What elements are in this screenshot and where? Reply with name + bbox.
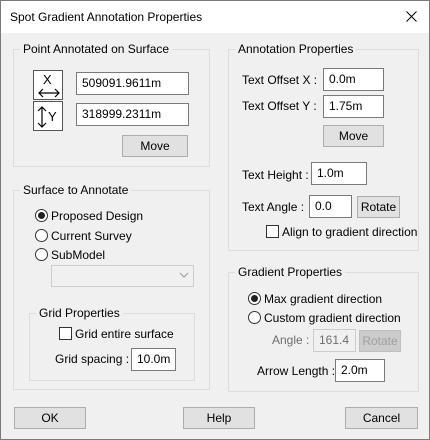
y-coordinate-field[interactable]: 318999.2311m <box>76 103 189 126</box>
radio-proposed-design[interactable] <box>35 209 48 222</box>
x-coordinate-field[interactable]: 509091.9611m <box>76 72 189 95</box>
offset-move-button[interactable]: Move <box>323 125 384 147</box>
label-custom-gradient: Custom gradient direction <box>264 311 401 325</box>
radio-submodel[interactable] <box>35 248 48 261</box>
grid-group-title: Grid Properties <box>36 306 123 320</box>
offset-y-label: Text Offset Y : <box>242 99 317 113</box>
align-gradient-checkbox[interactable] <box>266 225 279 238</box>
gradient-angle-field[interactable]: 161.4 <box>313 329 356 352</box>
label-proposed-design: Proposed Design <box>51 209 144 223</box>
radio-current-survey[interactable] <box>35 229 48 242</box>
close-button[interactable] <box>395 1 429 33</box>
surface-group-title: Surface to Annotate <box>20 183 132 197</box>
y-icon-letter: Y <box>48 109 57 124</box>
gradient-group-title: Gradient Properties <box>235 265 346 279</box>
arrow-length-field[interactable]: 2.0m <box>335 359 385 382</box>
title-bar: Spot Gradient Annotation Properties <box>1 1 429 33</box>
ok-button[interactable]: OK <box>14 407 86 429</box>
label-submodel: SubModel <box>51 248 106 262</box>
chevron-down-icon <box>179 272 189 278</box>
text-angle-field[interactable]: 0.0 <box>309 195 352 218</box>
radio-custom-gradient[interactable] <box>248 311 261 324</box>
vertical-arrow-icon <box>37 106 47 128</box>
offset-y-field[interactable]: 1.75m <box>323 95 384 118</box>
y-coordinate-icon: Y <box>33 101 63 131</box>
offset-x-field[interactable]: 0.0m <box>323 68 384 91</box>
x-coordinate-icon: X <box>33 70 63 100</box>
dialog-title: Spot Gradient Annotation Properties <box>10 10 203 24</box>
horizontal-arrow-icon <box>38 88 60 98</box>
grid-spacing-field[interactable]: 10.0m <box>131 348 176 371</box>
close-icon <box>406 11 417 22</box>
radio-max-gradient[interactable] <box>248 292 261 305</box>
x-icon-letter: X <box>43 72 52 87</box>
gradient-angle-label: Angle : <box>272 333 310 347</box>
cancel-button[interactable]: Cancel <box>345 407 418 429</box>
label-max-gradient: Max gradient direction <box>264 292 383 306</box>
annotation-group-title: Annotation Properties <box>235 42 357 56</box>
label-current-survey: Current Survey <box>51 229 132 243</box>
submodel-dropdown[interactable] <box>51 265 194 287</box>
point-move-button[interactable]: Move <box>122 135 188 157</box>
grid-entire-label: Grid entire surface <box>75 327 174 341</box>
align-gradient-label: Align to gradient direction <box>282 225 418 239</box>
offset-x-label: Text Offset X : <box>242 73 318 87</box>
dialog-window: Spot Gradient Annotation Properties Poin… <box>0 0 430 440</box>
grid-spacing-label: Grid spacing : <box>55 352 130 366</box>
text-height-label: Text Height : <box>242 168 309 182</box>
arrow-length-label: Arrow Length : <box>257 364 336 378</box>
text-height-field[interactable]: 1.0m <box>311 162 367 185</box>
gradient-rotate-button[interactable]: Rotate <box>359 330 401 352</box>
point-annotated-title: Point Annotated on Surface <box>20 42 173 56</box>
grid-entire-checkbox[interactable] <box>59 327 72 340</box>
text-rotate-button[interactable]: Rotate <box>357 196 400 218</box>
help-button[interactable]: Help <box>183 407 255 429</box>
text-angle-label: Text Angle : <box>242 200 305 214</box>
